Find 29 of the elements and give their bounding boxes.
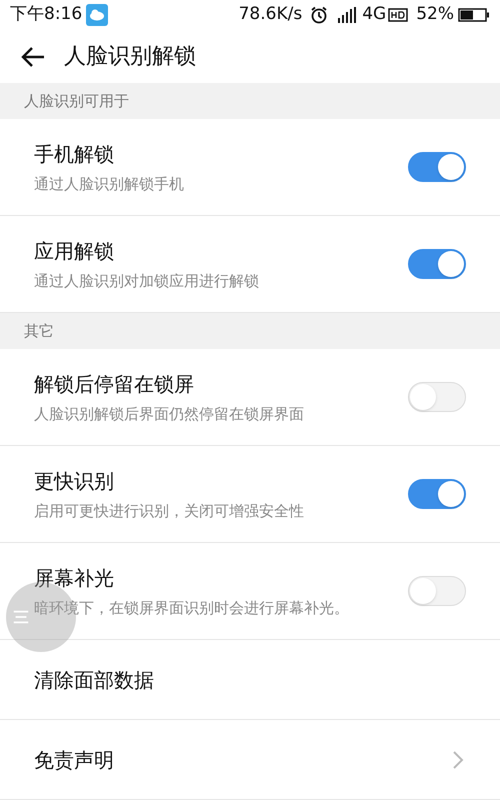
setting-description: 人脸识别解锁后界面仍然停留在锁屏界面 bbox=[34, 404, 305, 425]
network-speed: 78.6K/s bbox=[238, 3, 302, 26]
setting-title: 解锁后停留在锁屏 bbox=[34, 370, 195, 398]
network-type: 4G bbox=[362, 3, 386, 26]
setting-description: 启用可更快进行识别，关闭可增强安全性 bbox=[34, 500, 305, 522]
setting-title: 清除面部数据 bbox=[34, 666, 155, 694]
chevron-right-icon[interactable] bbox=[452, 750, 464, 770]
battery-percent: 52% bbox=[416, 3, 454, 26]
section-header: 其它 bbox=[0, 313, 500, 349]
setting-title: 免责声明 bbox=[34, 746, 115, 774]
hd-icon bbox=[388, 8, 408, 22]
page-title: 人脸识别解锁 bbox=[64, 43, 196, 72]
setting-title: 屏幕补光 bbox=[34, 564, 115, 592]
toggle-switch[interactable] bbox=[408, 249, 466, 279]
setting-description: 暗环境下，在锁屏界面识别时会进行屏幕补光。 bbox=[34, 598, 350, 619]
setting-description: 通过人脸识别对加锁应用进行解锁 bbox=[34, 270, 260, 292]
alarm-icon bbox=[310, 6, 328, 24]
setting-description: 通过人脸识别解锁手机 bbox=[34, 174, 185, 195]
toggle-switch[interactable] bbox=[408, 152, 466, 182]
back-arrow-icon[interactable] bbox=[20, 46, 46, 68]
status-time: 下午8:16 bbox=[10, 3, 82, 26]
menu-icon bbox=[12, 609, 30, 625]
toggle-switch[interactable] bbox=[408, 479, 466, 509]
battery-icon bbox=[458, 8, 490, 22]
setting-title: 应用解锁 bbox=[34, 238, 115, 265]
weather-app-icon bbox=[86, 4, 108, 26]
setting-title: 手机解锁 bbox=[34, 140, 115, 168]
setting-title: 更快识别 bbox=[34, 468, 115, 495]
section-header: 人脸识别可用于 bbox=[0, 83, 500, 119]
